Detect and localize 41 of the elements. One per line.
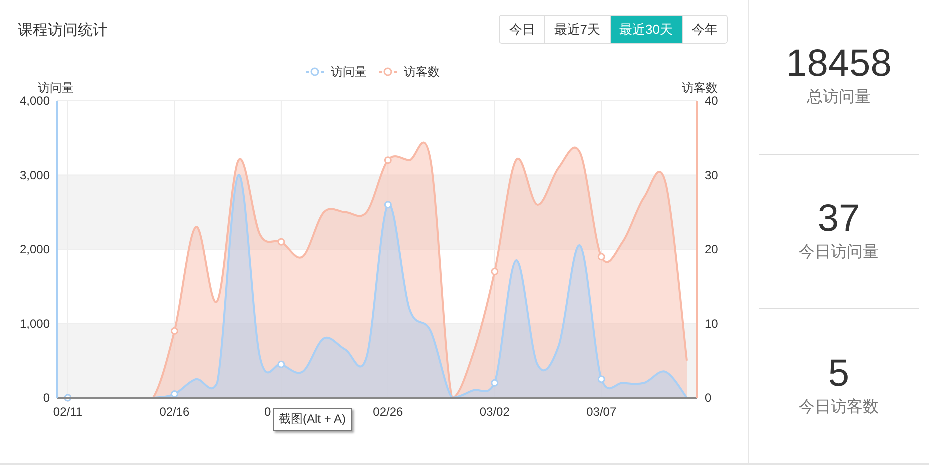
point (491, 268, 499, 276)
axis-label: 30 (705, 168, 718, 182)
axis-label: 0 (705, 391, 712, 405)
point (598, 376, 606, 384)
range-tab[interactable]: 今年 (682, 16, 727, 43)
axis-label: 4,000 (20, 94, 50, 108)
axis-label: 20 (705, 242, 718, 256)
stat-label: 今日访问量 (799, 242, 879, 263)
stat-value: 37 (818, 200, 860, 238)
point (170, 327, 178, 335)
stat-label: 总访问量 (807, 88, 871, 108)
point (491, 379, 499, 387)
axis-label: 0 (264, 405, 272, 419)
point (384, 156, 392, 164)
axis-label: 40 (705, 94, 718, 108)
axis-label: 3,000 (20, 168, 50, 182)
axis-label: 03/07 (586, 405, 617, 419)
axis-label: 03/02 (480, 405, 510, 419)
stat-value: 18458 (786, 45, 892, 84)
axis-label: 02/16 (160, 405, 190, 419)
legend-label[interactable]: 访问量 (331, 65, 367, 79)
point (278, 238, 286, 246)
stat-label: 今日访客数 (799, 398, 879, 418)
axis-label: 10 (705, 316, 718, 331)
tooltip: 截图(Alt + A) (273, 408, 352, 431)
point (170, 390, 178, 398)
legend-icon[interactable] (306, 68, 324, 76)
point (598, 253, 606, 261)
point (278, 360, 286, 368)
panel-title: 课程访问统计 (18, 21, 108, 40)
legend-icon[interactable] (379, 68, 397, 76)
point (384, 201, 392, 209)
axis-label: 1,000 (20, 316, 50, 331)
axis-label: 0 (43, 391, 50, 405)
axis-label: 02/11 (53, 405, 83, 419)
axis-label: 02/26 (373, 405, 404, 419)
legend-label[interactable]: 访客数 (404, 65, 440, 79)
axis-title: 访问量 (38, 81, 74, 95)
stat-value: 5 (828, 354, 850, 393)
axis-label: 2,000 (20, 242, 50, 256)
axis-title: 访客数 (682, 81, 718, 95)
